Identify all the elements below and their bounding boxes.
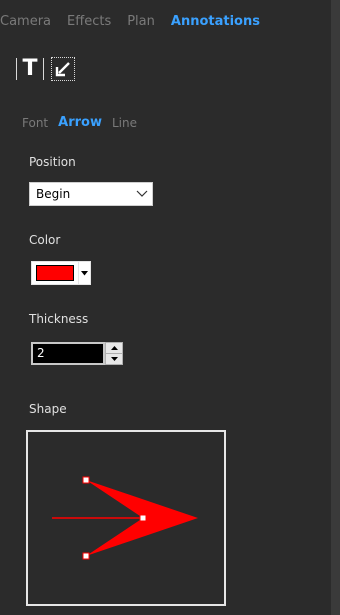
subtab-arrow[interactable]: Arrow (58, 115, 102, 130)
text-tool-button[interactable]: T (17, 56, 43, 82)
color-swatch-frame (31, 261, 79, 285)
top-tab-bar: Camera Effects Plan Annotations (0, 12, 276, 32)
increment-button[interactable] (106, 343, 122, 353)
subtab-line[interactable]: Line (112, 116, 137, 130)
shape-label: Shape (29, 402, 67, 416)
color-label: Color (29, 233, 61, 247)
control-handle-top[interactable] (82, 476, 90, 484)
control-handle-bottom[interactable] (82, 552, 90, 560)
position-select-value: Begin (36, 187, 71, 201)
tab-camera[interactable]: Camera (0, 12, 51, 32)
color-picker[interactable] (31, 261, 91, 285)
caret-down-icon (81, 270, 88, 275)
arrow-shape-canvas (52, 476, 198, 560)
color-swatch (36, 265, 74, 281)
position-label: Position (29, 155, 76, 169)
annotation-tool-row: T (16, 56, 76, 82)
tab-annotations[interactable]: Annotations (171, 12, 260, 32)
thickness-input[interactable]: 2 (31, 342, 105, 365)
caret-up-icon (110, 346, 118, 350)
thickness-label: Thickness (29, 312, 89, 326)
position-select[interactable]: Begin (29, 182, 153, 206)
subtab-font[interactable]: Font (22, 116, 48, 130)
arrow-tool-button[interactable] (50, 56, 76, 82)
chevron-down-icon (132, 184, 152, 204)
tab-plan[interactable]: Plan (127, 12, 155, 32)
arrow-shape-preview[interactable] (26, 430, 226, 606)
caret-down-icon (110, 357, 118, 361)
thickness-spin-buttons (105, 342, 123, 365)
tab-effects[interactable]: Effects (67, 12, 111, 32)
decrement-button[interactable] (106, 353, 122, 364)
annotations-panel: Camera Effects Plan Annotations T Font A… (0, 0, 331, 615)
thickness-spinbox: 2 (31, 342, 123, 365)
text-tool-icon: T (22, 56, 38, 81)
control-handle-center[interactable] (139, 514, 147, 522)
annotation-subtabs: Font Arrow Line (22, 115, 147, 130)
arrow-tool-icon (51, 57, 75, 81)
color-dropdown-button[interactable] (79, 261, 91, 285)
scroll-gutter (331, 0, 340, 615)
tool-separator (43, 58, 44, 80)
